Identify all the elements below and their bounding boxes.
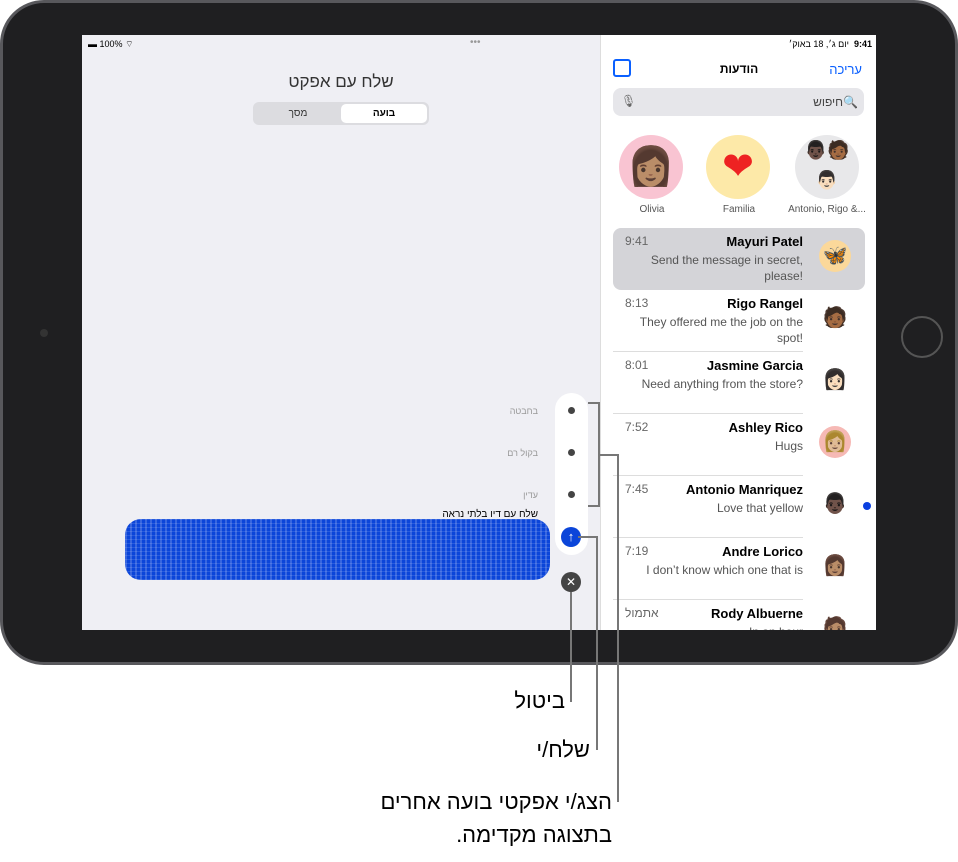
callout-line-send: [578, 536, 598, 538]
conversation-time: 7:52: [625, 420, 649, 434]
avatar: 👩🏽: [822, 555, 848, 577]
callout-line-preview: [617, 454, 619, 802]
option-loud-label: בקול רם: [507, 448, 538, 458]
conversation-time: 7:45: [625, 482, 649, 496]
callout-line-send: [596, 536, 598, 750]
option-slam-label: בחבטה: [509, 406, 538, 416]
avatar: 👩🏻: [822, 369, 848, 391]
conversation-preview: Hugs: [774, 439, 803, 453]
effects-title: שלח עם אפקט: [288, 72, 394, 91]
screen: ▬ 100% ⌔ ••• שלח עם אפקט בועה מסך בחבטה …: [82, 35, 876, 630]
tab-screen[interactable]: מסך: [255, 104, 341, 123]
conversation-time: 7:19: [625, 544, 649, 558]
unread-dot-icon: [863, 502, 871, 510]
callout-preview-line1: הצג/י אפקטי בועה אחרים: [380, 789, 612, 814]
group-avatar-icon: 👨🏿🧑🏾 👨🏻: [795, 135, 859, 199]
avatar: 👨🏿: [822, 493, 848, 515]
conversation-row[interactable]: 9:41 Mayuri Patel Send the message in se…: [613, 228, 865, 290]
edit-button[interactable]: עריכה: [829, 62, 862, 77]
wifi-icon: ⌔: [125, 39, 134, 49]
conversation-row[interactable]: 7:52 Ashley Rico Hugs 👩🏼: [613, 414, 865, 476]
conversation-name: Antonio Manriquez: [686, 482, 803, 497]
multitask-dots-icon[interactable]: •••: [470, 37, 481, 48]
heart-icon: ❤: [706, 135, 770, 199]
conversation-time: 8:01: [625, 358, 649, 372]
cancel-button[interactable]: ✕: [561, 572, 581, 592]
callout-cancel: ביטול: [514, 688, 565, 713]
conversation-name: Rigo Rangel: [727, 296, 803, 311]
battery-level: 100%: [99, 39, 123, 49]
home-button[interactable]: [901, 316, 943, 358]
conversation-name: Ashley Rico: [728, 420, 803, 435]
search-icon: 🔍: [843, 95, 858, 109]
conversation-name: Andre Lorico: [722, 544, 803, 559]
effect-options-pill: ↑: [555, 393, 588, 555]
conversation-preview: Send the message in secret, please!: [650, 253, 803, 283]
conversation-time: 9:41: [625, 234, 649, 248]
search-placeholder: חיפוש: [813, 95, 844, 109]
conversation-preview: I don’t know which one that is: [646, 563, 803, 577]
callout-preview-line2: בתצוגה מקדימה.: [456, 822, 612, 847]
option-slam-radio[interactable]: [568, 407, 575, 414]
status-time-date: 9:41 יום ג׳, 18 באוק׳: [788, 39, 872, 49]
callout-send: שלח/י: [536, 737, 590, 762]
option-gentle-radio[interactable]: [568, 491, 575, 498]
avatar: 👩🏼: [819, 426, 851, 458]
close-icon: ✕: [565, 575, 577, 589]
conversation-preview: They offered me the job on the spot!: [639, 315, 803, 345]
conversation-preview: In an hour: [623, 624, 803, 630]
callout-line-cancel: [570, 592, 572, 702]
messages-sidebar: 9:41 יום ג׳, 18 באוק׳ הודעות עריכה 🎙 🔍חי…: [600, 35, 876, 630]
camera: [40, 329, 48, 337]
pinned-familia[interactable]: ❤ Familia: [706, 135, 772, 215]
conversation-name: Jasmine Garcia: [706, 358, 803, 373]
conversation-row[interactable]: 8:13 Rigo Rangel They offered me the job…: [613, 290, 865, 352]
conversation-time: אתמול: [625, 606, 659, 620]
conversation-time: 8:13: [625, 296, 649, 310]
callout-bracket-preview: [588, 402, 600, 507]
search-input[interactable]: 🎙 🔍חיפוש: [613, 88, 864, 116]
avatar: 🦋: [819, 240, 851, 272]
conversation-name: Mayuri Patel: [726, 234, 803, 249]
memoji-icon: 👩🏽: [619, 135, 683, 199]
conversation-row[interactable]: אתמול Rody Albuerne In an hour 🧑🏽: [613, 600, 865, 630]
microphone-icon[interactable]: 🎙: [621, 94, 636, 108]
pinned-group[interactable]: 👨🏿🧑🏾 👨🏻 Antonio, Rigo &...: [779, 135, 875, 215]
option-loud-radio[interactable]: [568, 449, 575, 456]
avatar: 🧑🏾: [822, 307, 848, 329]
arrow-up-icon: ↑: [567, 529, 575, 544]
tab-bubble[interactable]: בועה: [341, 104, 427, 123]
avatar: 🧑🏽: [822, 617, 848, 630]
conversation-preview: Need anything from the store?: [641, 377, 803, 391]
conversation-row[interactable]: 7:19 Andre Lorico I don’t know which one…: [613, 538, 865, 600]
conversation-name: Rody Albuerne: [711, 606, 803, 621]
pinned-olivia[interactable]: 👩🏽 Olivia: [619, 135, 685, 215]
effect-segmented-control: בועה מסך: [253, 102, 429, 125]
conversation-preview: Love that yellow: [716, 501, 803, 515]
message-bubble-invisible-ink: [125, 519, 550, 580]
conversation-row[interactable]: 8:01 Jasmine Garcia Need anything from t…: [613, 352, 865, 414]
option-gentle-label: עדין: [523, 490, 538, 500]
battery-status: ▬ 100% ⌔: [88, 39, 134, 49]
conversation-row[interactable]: 7:45 Antonio Manriquez Love that yellow …: [613, 476, 871, 538]
